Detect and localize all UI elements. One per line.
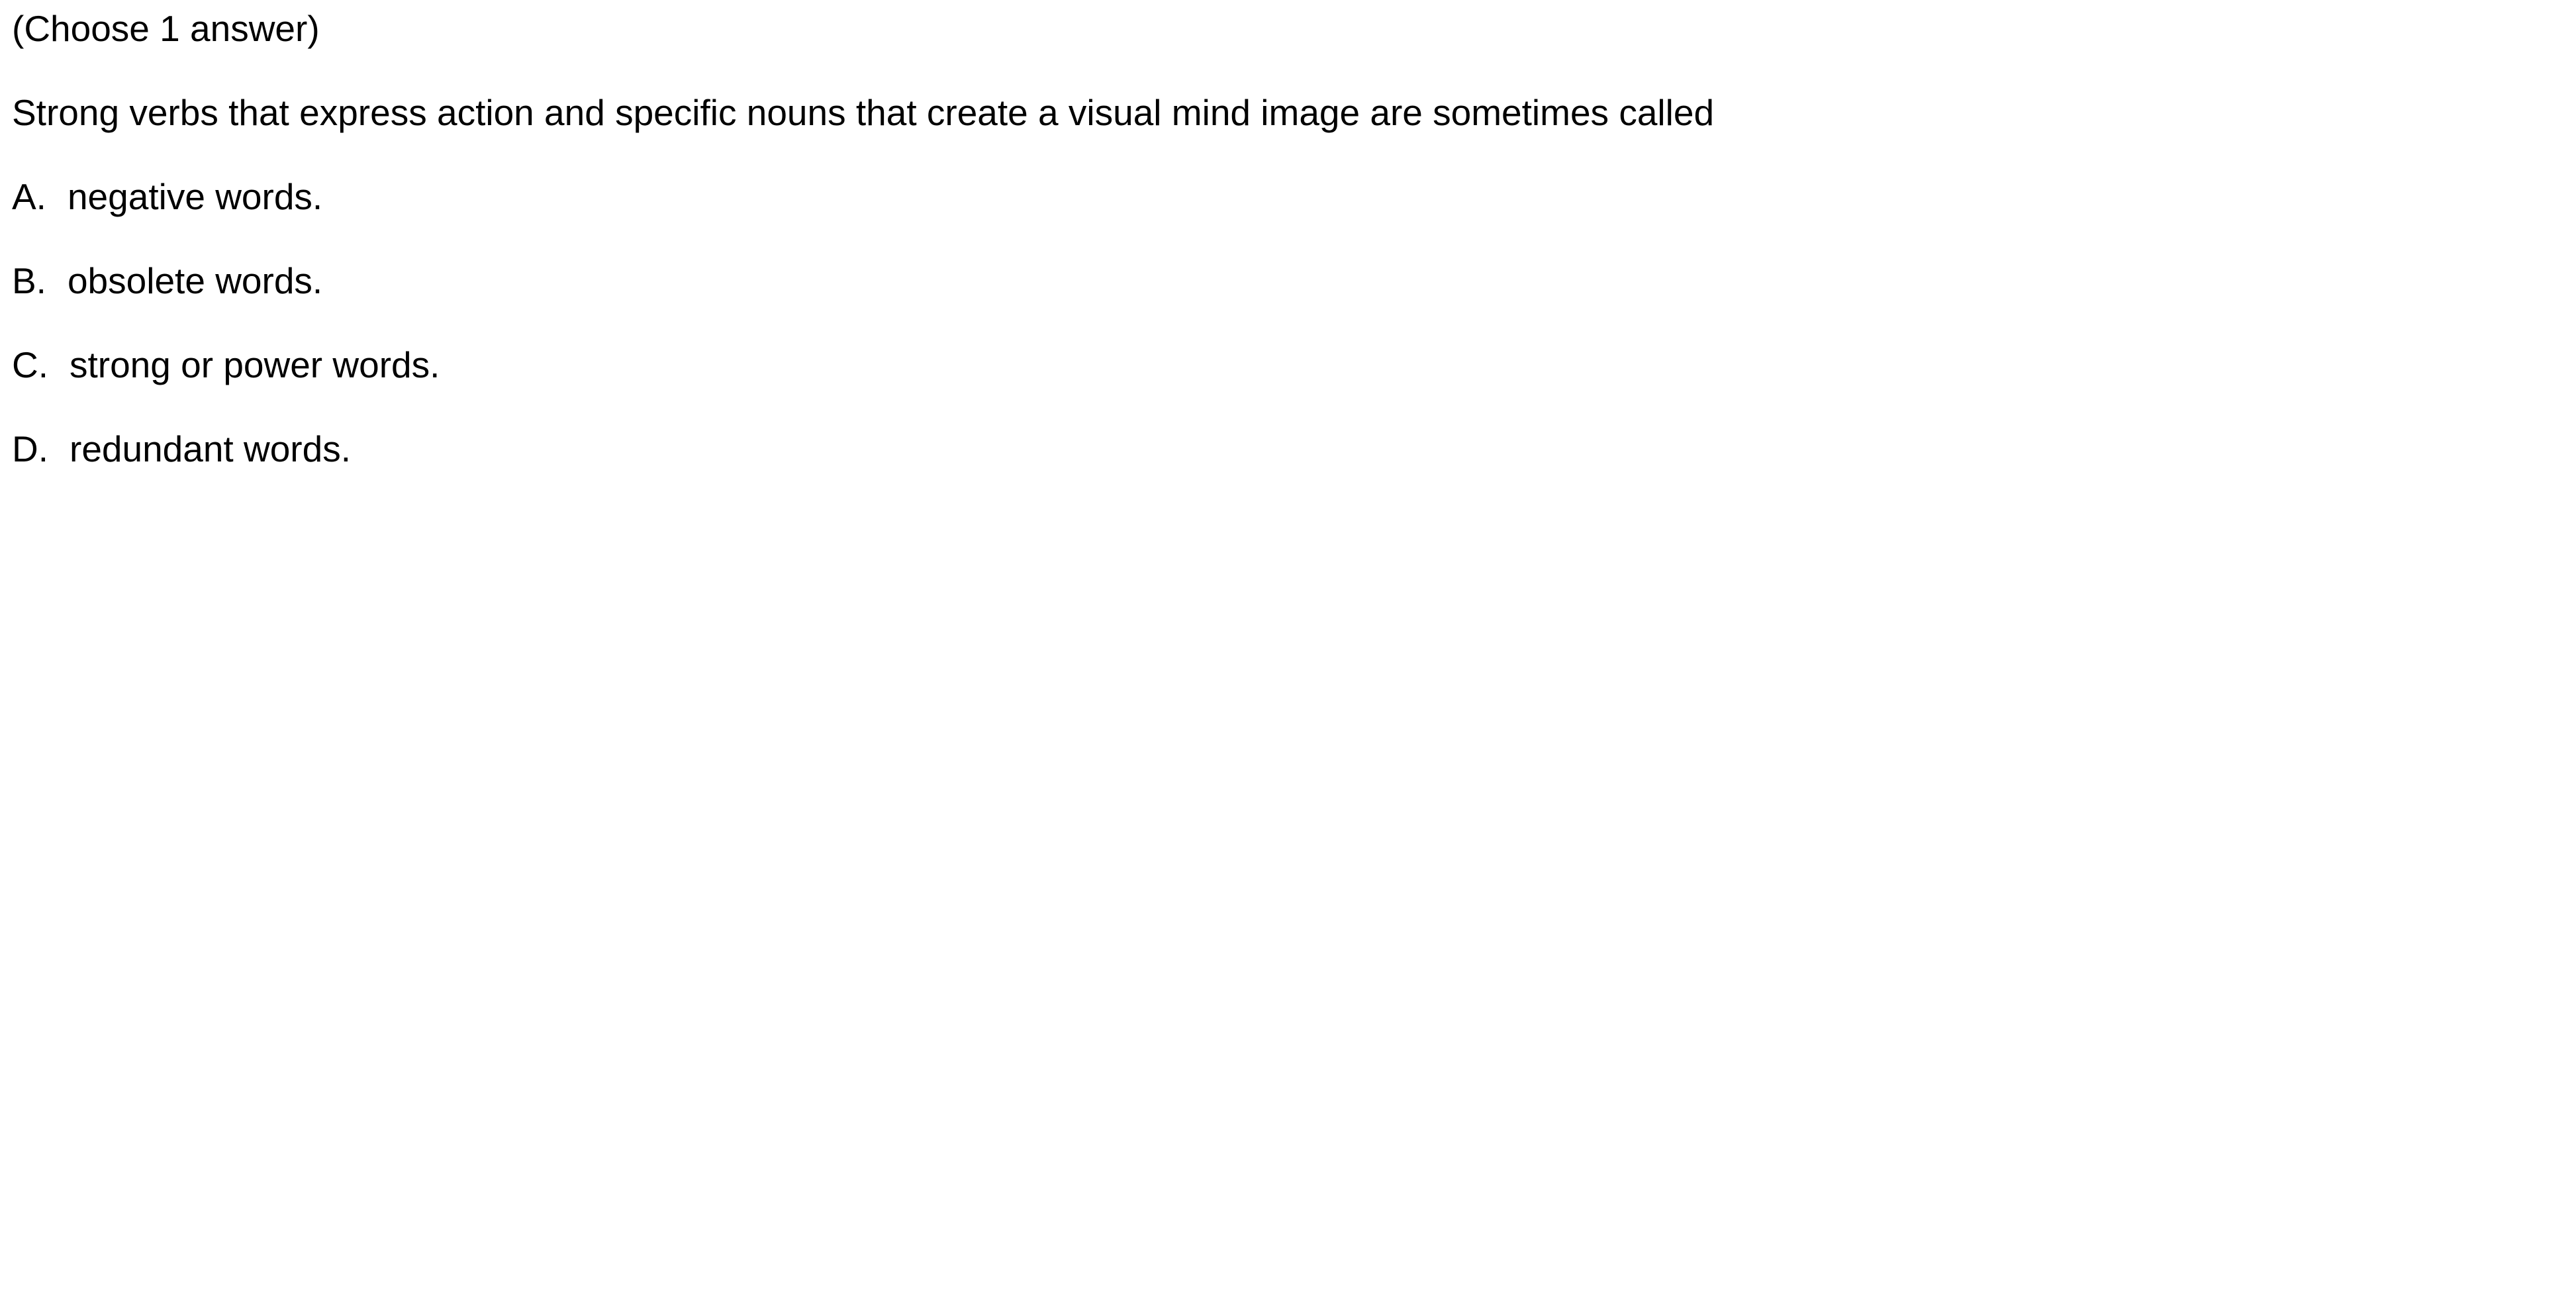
option-letter: A. [12, 176, 46, 217]
option-letter: B. [12, 260, 46, 301]
option-text: negative words. [67, 176, 323, 217]
question-text: Strong verbs that express action and spe… [12, 92, 1715, 133]
quiz-page: (Choose 1 answer) Strong verbs that expr… [0, 0, 2576, 1295]
answer-option-b[interactable]: B. obsolete words. [12, 263, 322, 299]
answer-option-d[interactable]: D. redundant words. [12, 431, 351, 467]
option-text: obsolete words. [67, 260, 323, 301]
option-letter: D. [12, 428, 48, 469]
option-text: redundant words. [70, 428, 351, 469]
answer-option-c[interactable]: C. strong or power words. [12, 347, 440, 383]
option-text: strong or power words. [70, 344, 440, 385]
instruction-text: (Choose 1 answer) [12, 8, 320, 49]
answer-option-a[interactable]: A. negative words. [12, 179, 322, 215]
option-letter: C. [12, 344, 48, 385]
